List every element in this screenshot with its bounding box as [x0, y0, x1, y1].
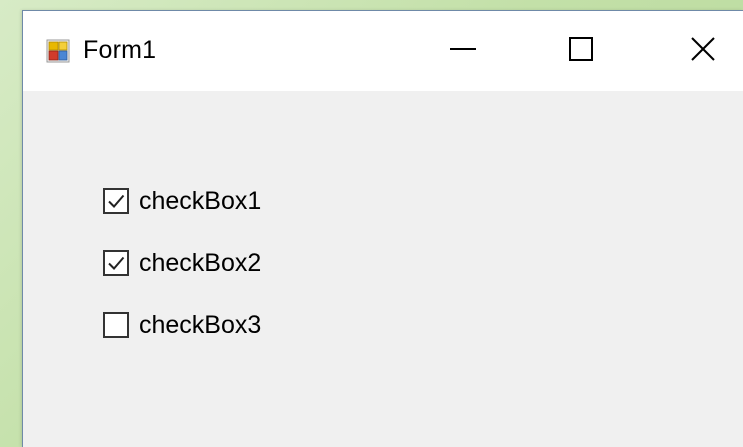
- close-icon: [690, 36, 716, 67]
- checkbox-3-box[interactable]: [103, 312, 129, 338]
- checkbox-2[interactable]: checkBox2: [103, 247, 261, 279]
- form-client-area: checkBox1 checkBox2 checkBox3: [23, 91, 743, 447]
- minimize-icon: [449, 35, 477, 68]
- form-window: Form1 checkBox1 checkBox2 checkBox3: [22, 10, 743, 447]
- checkmark-icon: [108, 256, 125, 270]
- maximize-icon: [568, 36, 594, 67]
- checkmark-icon: [108, 194, 125, 208]
- desktop-background: [0, 0, 22, 447]
- winforms-app-icon: [46, 39, 70, 63]
- checkbox-3-label[interactable]: checkBox3: [139, 309, 261, 341]
- checkbox-2-label[interactable]: checkBox2: [139, 247, 261, 279]
- checkbox-1-label[interactable]: checkBox1: [139, 185, 261, 217]
- checkbox-3[interactable]: checkBox3: [103, 309, 261, 341]
- checkbox-1-box[interactable]: [103, 188, 129, 214]
- maximize-button[interactable]: [541, 11, 621, 91]
- checkbox-1[interactable]: checkBox1: [103, 185, 261, 217]
- title-bar[interactable]: Form1: [23, 11, 743, 91]
- window-title: Form1: [83, 36, 157, 64]
- minimize-button[interactable]: [423, 11, 503, 91]
- close-button[interactable]: [663, 11, 743, 91]
- checkbox-2-box[interactable]: [103, 250, 129, 276]
